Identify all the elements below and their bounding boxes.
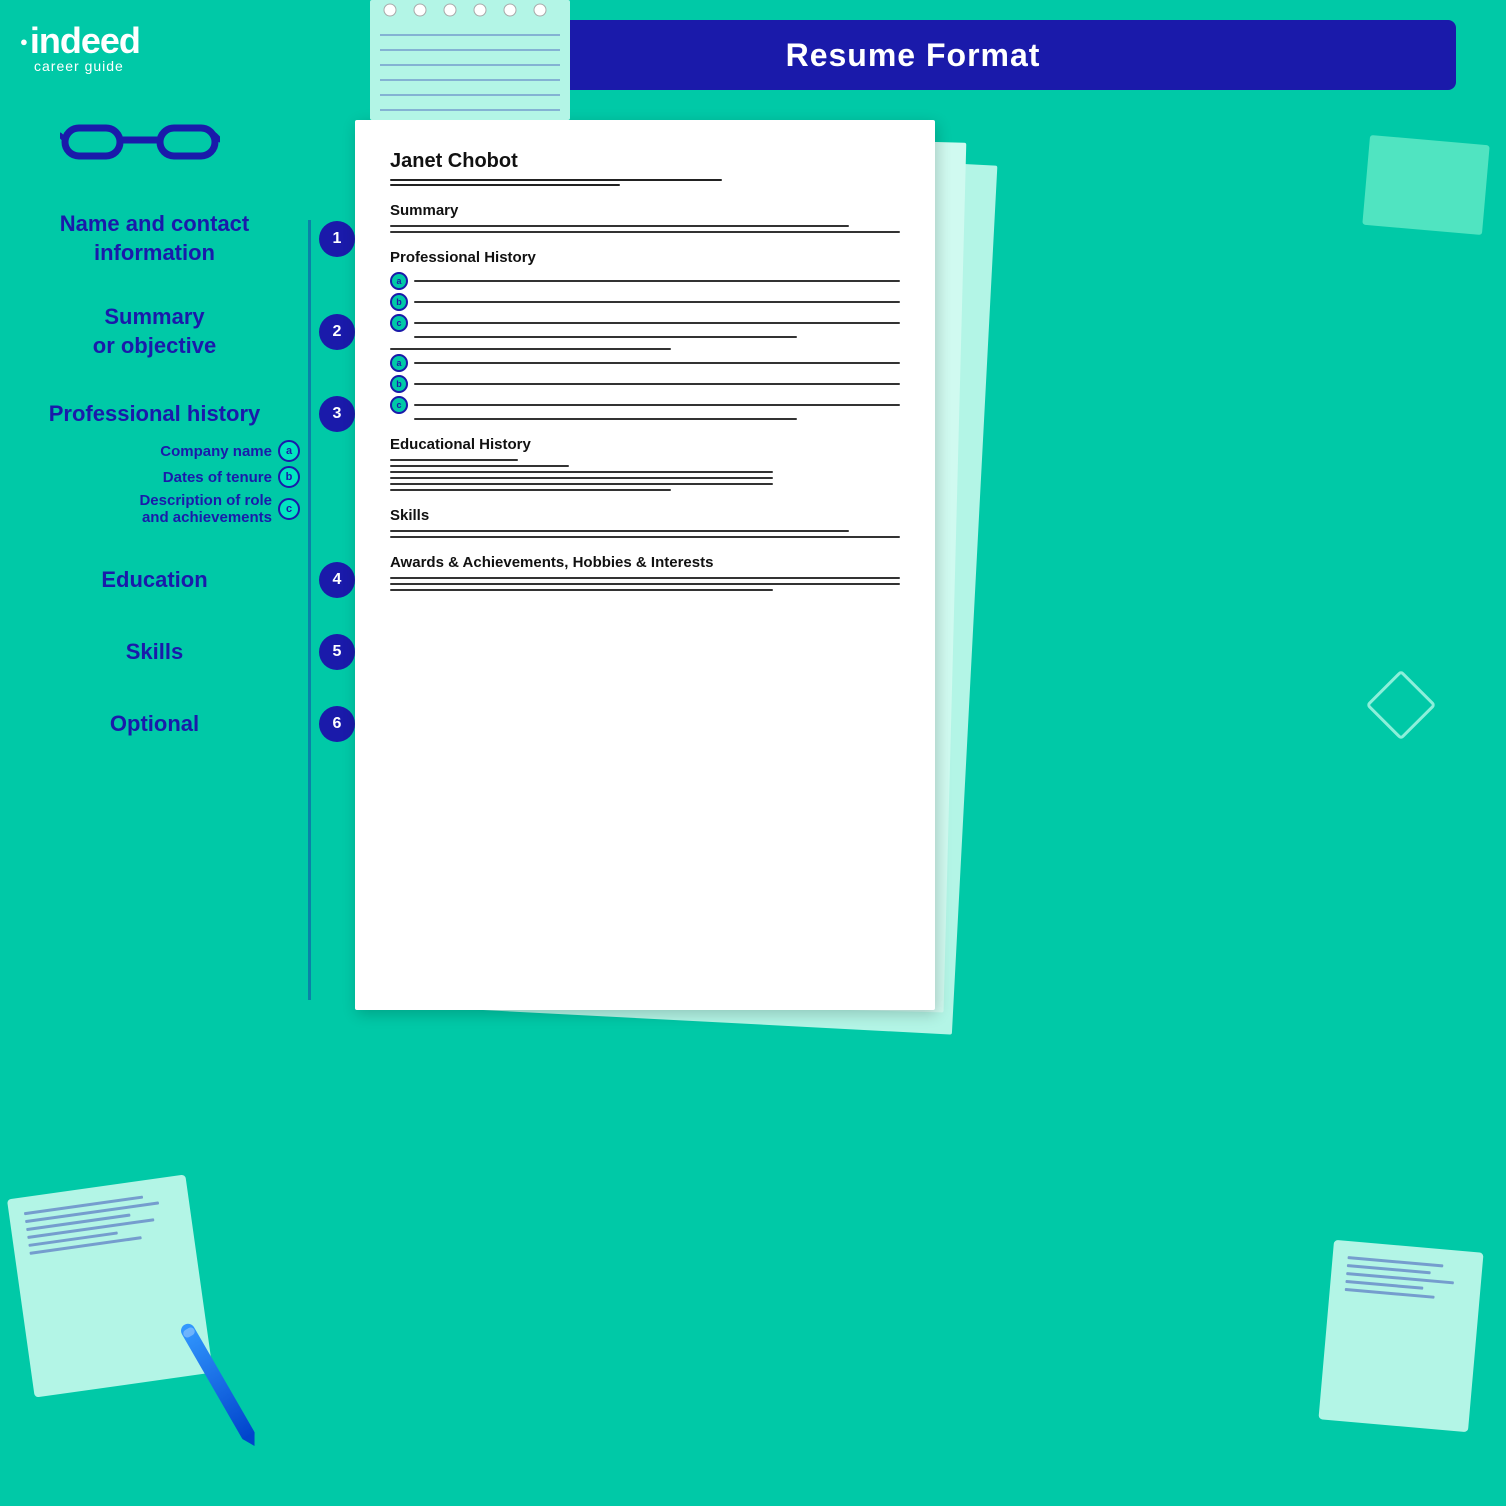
resume-name: Janet Chobot bbox=[390, 150, 900, 173]
summary-line-1 bbox=[390, 225, 849, 227]
job2-bullet-c: c bbox=[390, 396, 900, 414]
sidebar-number-6: 6 bbox=[319, 706, 355, 742]
job1-c-line bbox=[414, 322, 900, 324]
pen bbox=[178, 1321, 255, 1441]
section-summary: Summary bbox=[390, 202, 900, 219]
sidebar-sub-3: Company name a Dates of tenure b Descrip… bbox=[10, 432, 355, 526]
paper-scrap-1 bbox=[7, 1174, 213, 1397]
diamond-decoration bbox=[1366, 670, 1437, 741]
job2-title bbox=[390, 348, 671, 350]
awards-line-2 bbox=[390, 583, 900, 585]
indeed-logo: indeed bbox=[30, 20, 140, 62]
sidebar-label-6: Optional bbox=[10, 710, 299, 739]
resume-stack: Janet Chobot Summary Professional Histor… bbox=[355, 120, 975, 1020]
circle-a: a bbox=[278, 440, 300, 462]
spacer3: Description of roleand achievements bbox=[10, 492, 272, 526]
glasses-icon bbox=[60, 110, 220, 170]
sidebar-section-3: Professional history 3 Company name a Da… bbox=[10, 396, 355, 526]
sidebar-number-3: 3 bbox=[319, 396, 355, 432]
job1-bullet-c: c bbox=[390, 314, 900, 332]
resume-paper: Janet Chobot Summary Professional Histor… bbox=[355, 120, 935, 1010]
spacer2: Dates of tenure bbox=[10, 469, 272, 486]
edu-line-2 bbox=[390, 465, 569, 467]
section-awards: Awards & Achievements, Hobbies & Interes… bbox=[390, 554, 900, 571]
spacer: Company name bbox=[10, 443, 272, 460]
awards-line-1 bbox=[390, 577, 900, 579]
circle-c: c bbox=[278, 498, 300, 520]
logo-area: ● indeed career guide bbox=[20, 20, 220, 74]
sidebar-label-2: Summaryor objective bbox=[10, 303, 299, 360]
job1-extra bbox=[414, 336, 797, 338]
sidebar-number-5: 5 bbox=[319, 634, 355, 670]
summary-line-2 bbox=[390, 231, 900, 233]
edu-line-6 bbox=[390, 489, 671, 491]
sidebar-section-1: Name and contactinformation 1 bbox=[10, 210, 355, 267]
sidebar-sub-3c: Description of roleand achievements c bbox=[10, 492, 300, 526]
sidebar-section-6: Optional 6 bbox=[10, 706, 355, 742]
section-education: Educational History bbox=[390, 436, 900, 453]
sidebar-number-1: 1 bbox=[319, 221, 355, 257]
job2-bullet-b: b bbox=[390, 375, 900, 393]
sidebar: Name and contactinformation 1 Summaryor … bbox=[10, 210, 355, 742]
section-skills: Skills bbox=[390, 507, 900, 524]
job2-group: a b c bbox=[390, 348, 900, 420]
job2-extra bbox=[414, 418, 797, 420]
job1-b-line bbox=[414, 301, 900, 303]
spiral-top bbox=[370, 0, 570, 120]
edu-line-3 bbox=[390, 471, 773, 473]
bullet-b-1: b bbox=[390, 293, 408, 311]
name-underline-1 bbox=[390, 179, 722, 181]
edu-line-4 bbox=[390, 477, 773, 479]
page-title: Resume Format bbox=[786, 37, 1041, 74]
sidebar-sub-3b: Dates of tenure b bbox=[10, 466, 300, 488]
job2-b-line bbox=[414, 383, 900, 385]
job2-a-line bbox=[414, 362, 900, 364]
skills-line-1 bbox=[390, 530, 849, 532]
sidebar-number-2: 2 bbox=[319, 314, 355, 350]
job2-c-line bbox=[414, 404, 900, 406]
sidebar-label-1: Name and contactinformation bbox=[10, 210, 299, 267]
skills-line-2 bbox=[390, 536, 900, 538]
circle-b: b bbox=[278, 466, 300, 488]
job1-bullet-a: a bbox=[390, 272, 900, 290]
sidebar-label-4: Education bbox=[10, 566, 299, 595]
job1-a-line bbox=[414, 280, 900, 282]
job2-bullet-a: a bbox=[390, 354, 900, 372]
name-underline-2 bbox=[390, 184, 620, 186]
edu-line-1 bbox=[390, 459, 518, 461]
sidebar-label-5: Skills bbox=[10, 638, 299, 667]
job1-bullet-b: b bbox=[390, 293, 900, 311]
paper-scrap-right bbox=[1318, 1240, 1483, 1432]
bullet-a-2: a bbox=[390, 354, 408, 372]
deco-top-right bbox=[1362, 135, 1489, 235]
sidebar-sub-3a: Company name a bbox=[10, 440, 300, 462]
bullet-c-1: c bbox=[390, 314, 408, 332]
sidebar-section-4: Education 4 bbox=[10, 562, 355, 598]
section-professional: Professional History bbox=[390, 249, 900, 266]
bullet-a-1: a bbox=[390, 272, 408, 290]
sidebar-section-2: Summaryor objective 2 bbox=[10, 303, 355, 360]
edu-line-5 bbox=[390, 483, 773, 485]
sidebar-section-5: Skills 5 bbox=[10, 634, 355, 670]
bullet-b-2: b bbox=[390, 375, 408, 393]
sidebar-number-4: 4 bbox=[319, 562, 355, 598]
awards-line-3 bbox=[390, 589, 773, 591]
sidebar-label-3: Professional history bbox=[10, 400, 299, 429]
bullet-c-2: c bbox=[390, 396, 408, 414]
